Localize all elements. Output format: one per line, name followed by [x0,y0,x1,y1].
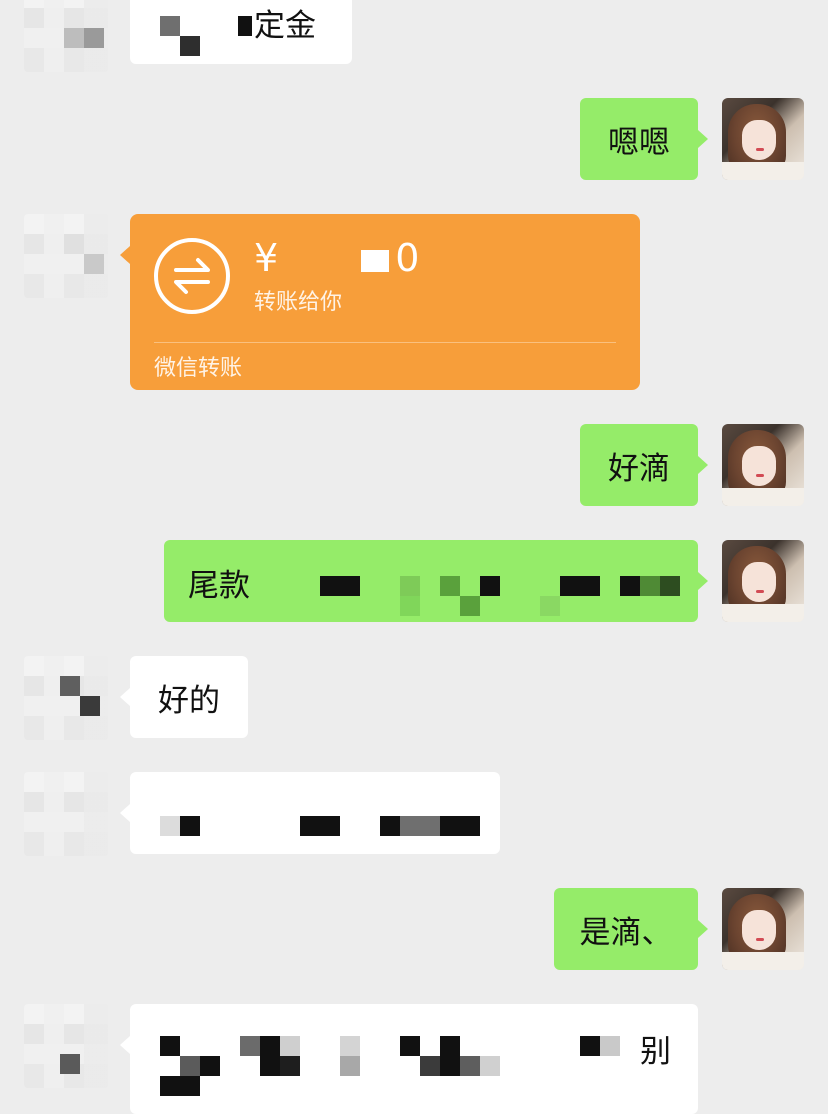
message-text: 是滴、 [579,914,673,951]
message-bubble[interactable]: 定金 [130,0,352,64]
bubble-tail [698,130,708,148]
my-avatar[interactable] [722,540,804,622]
transfer-amount: ¥0 [254,236,421,280]
message-text: 定金 [254,8,316,44]
message-text: 尾款 [188,568,250,604]
bubble-tail [120,688,130,706]
bubble-tail [120,1036,130,1054]
contact-avatar[interactable] [24,772,108,856]
bubble-tail [698,920,708,938]
bubble-tail [120,246,130,264]
message-bubble[interactable]: 是滴、 [554,888,698,970]
message-text: 别 [640,1034,671,1070]
message-text: 好滴 [608,450,670,487]
transfer-arrows-icon [154,238,230,314]
transfer-card[interactable]: ¥0 转账给你 微信转账 [130,214,640,390]
my-avatar[interactable] [722,888,804,970]
message-bubble[interactable]: 尾款 [164,540,698,622]
message-bubble[interactable]: 好滴 [580,424,698,506]
my-avatar[interactable] [722,424,804,506]
bubble-tail [698,572,708,590]
transfer-source-label: 微信转账 [154,356,243,381]
contact-avatar[interactable] [24,1004,108,1088]
message-bubble[interactable]: 好的 [130,656,248,738]
message-text: 好的 [158,682,220,719]
message-bubble[interactable]: 嗯嗯 [580,98,698,180]
bubble-tail [120,804,130,822]
my-avatar[interactable] [722,98,804,180]
contact-avatar[interactable] [24,656,108,740]
contact-avatar[interactable] [24,0,108,72]
bubble-tail [698,456,708,474]
divider [154,342,616,343]
contact-avatar[interactable] [24,214,108,298]
message-text: 嗯嗯 [608,124,670,161]
message-bubble[interactable]: 别 [130,1004,698,1114]
message-bubble[interactable] [130,772,500,854]
transfer-caption: 转账给你 [254,290,343,315]
